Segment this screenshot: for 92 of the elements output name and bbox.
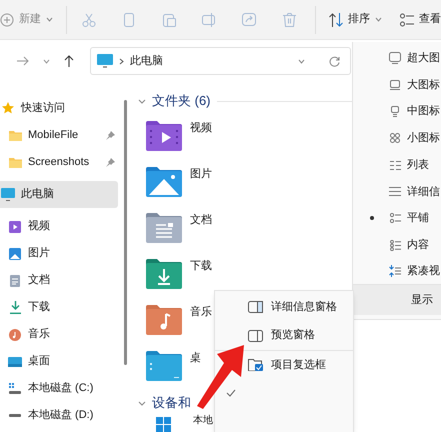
picture-folder-icon: [146, 167, 182, 197]
sort-button[interactable]: 排序: [324, 4, 387, 34]
monitor-icon: [1, 188, 15, 201]
chevron-down-icon: [46, 17, 53, 22]
menu-item[interactable]: 大图标: [388, 76, 440, 94]
nav-item[interactable]: 音乐: [0, 321, 118, 348]
pin-icon: [106, 131, 115, 140]
trash-icon: [282, 12, 296, 26]
menu-item[interactable]: 平铺: [388, 210, 429, 227]
scissors-icon: [82, 12, 96, 26]
folder-item[interactable]: 音乐: [146, 305, 212, 341]
show-menu-item[interactable]: 显示: [353, 285, 441, 316]
plus-circle-icon: [0, 12, 14, 26]
picture-icon: [9, 248, 21, 260]
pin-icon: [106, 158, 115, 167]
list-icon: [390, 160, 400, 170]
scrollbar-thumb[interactable]: [124, 100, 127, 365]
arrow-right-icon: [17, 56, 29, 66]
folder-item[interactable]: 视频: [146, 121, 212, 157]
sort-arrows-icon: [329, 12, 343, 26]
nav-item[interactable]: 本地磁盘 (C:): [0, 375, 118, 402]
view-list-icon: [400, 12, 414, 26]
drive-icon: [9, 383, 21, 394]
nav-item[interactable]: Screenshots: [0, 149, 118, 176]
video-folder-icon: [146, 121, 182, 151]
menu-item[interactable]: 列表: [388, 156, 429, 174]
tiles-icon: [390, 213, 400, 224]
music-icon: [9, 328, 21, 340]
monitor-icon: [391, 106, 399, 118]
chevron-down-icon: [42, 58, 50, 64]
nav-item[interactable]: 下载: [0, 294, 118, 321]
nav-item[interactable]: 此电脑: [0, 181, 118, 208]
folder-icon: [8, 130, 22, 140]
clipboard-icon: [162, 12, 176, 26]
download-folder-icon: [146, 259, 182, 289]
chevron-down-icon: [375, 17, 382, 22]
menu-item[interactable]: 详细信: [388, 184, 440, 200]
desktop-folder-icon: [146, 351, 182, 381]
nav-item[interactable]: 文档: [0, 267, 118, 294]
nav-item[interactable]: 桌面: [0, 348, 118, 375]
menu-item[interactable]: 内容: [388, 236, 429, 254]
nav-item[interactable]: 快速访问: [0, 95, 118, 122]
list-icon: [389, 187, 401, 196]
nav-item[interactable]: MobileFile: [0, 122, 118, 149]
folder-item[interactable]: 下载: [146, 259, 212, 295]
folder-item[interactable]: 图片: [146, 167, 212, 203]
arrow-up-icon: [64, 55, 74, 67]
chevron-down-icon: [138, 400, 146, 406]
nav-item[interactable]: 视频: [0, 213, 118, 240]
nav-item[interactable]: 本地磁盘 (D:): [0, 402, 118, 429]
checked-folder-icon: [248, 359, 263, 371]
grid-icon: [390, 133, 400, 144]
compact-icon: [389, 265, 401, 278]
nav-item[interactable]: 图片: [0, 240, 118, 267]
chevron-down-icon: [138, 98, 146, 104]
video-icon: [9, 220, 21, 232]
section-header[interactable]: 设备和: [138, 393, 191, 413]
address-bar[interactable]: 此电脑: [90, 47, 351, 75]
document-folder-icon: [146, 213, 182, 243]
address-path: 此电脑: [130, 54, 164, 69]
details-pane-icon: [248, 301, 263, 313]
list-icon: [390, 240, 400, 251]
copy-icon: [124, 12, 134, 26]
download-icon: [10, 301, 20, 314]
chevron-down-icon: [298, 58, 305, 64]
menu-item[interactable]: 详细信息窗格: [248, 298, 337, 316]
drive-icon: [9, 414, 21, 417]
windows-logo-icon: [156, 417, 171, 432]
menu-item[interactable]: 中图标: [388, 103, 440, 120]
view-button[interactable]: 查看: [395, 4, 441, 34]
menu-item[interactable]: 预览窗格: [248, 327, 315, 344]
chevron-right-icon: [119, 58, 124, 64]
monitor-icon: [390, 80, 400, 90]
monitor-icon: [389, 52, 401, 64]
folder-item[interactable]: 文档: [146, 213, 212, 249]
share-icon: [242, 13, 256, 26]
folder-icon: [8, 158, 22, 168]
section-header[interactable]: 文件夹 (6): [138, 91, 210, 111]
music-folder-icon: [146, 305, 182, 335]
folder-item[interactable]: 本地: [146, 413, 213, 432]
rename-icon: [202, 12, 216, 26]
menu-item[interactable]: 项目复选框: [248, 356, 326, 374]
desktop-icon: [8, 356, 22, 366]
menu-item[interactable]: 超大图: [388, 50, 440, 67]
star-icon: [1, 102, 15, 115]
menu-item[interactable]: 小图标: [388, 130, 440, 147]
menu-item[interactable]: 紧凑视: [388, 263, 440, 280]
refresh-icon: [329, 56, 340, 66]
monitor-icon: [97, 54, 113, 68]
folder-item[interactable]: 桌: [146, 351, 201, 387]
preview-pane-icon: [248, 330, 263, 342]
document-icon: [10, 274, 20, 286]
